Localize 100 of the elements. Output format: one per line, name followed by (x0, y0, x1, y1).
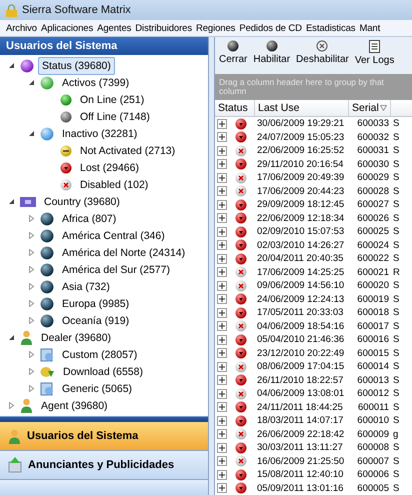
menu-item[interactable]: Agentes (95, 22, 134, 34)
tree-item[interactable]: Dealer (39680) (37, 328, 116, 346)
tree-item[interactable]: Agent (39680) (37, 396, 112, 414)
table-cell-text: 600026 (356, 212, 390, 224)
expanded-triangle-icon[interactable] (28, 130, 34, 137)
menu-item[interactable]: Regiones (194, 22, 238, 34)
collapsed-triangle-icon[interactable] (28, 232, 34, 239)
sphere-icon (40, 126, 54, 140)
tree-item[interactable]: Europa (9985) (58, 294, 134, 312)
expand-row-icon[interactable] (217, 280, 227, 291)
expand-row-icon[interactable] (217, 348, 227, 358)
expand-row-icon[interactable] (217, 226, 227, 237)
tree-item[interactable]: Disabled (102) (76, 176, 152, 194)
flag-icon (20, 196, 36, 206)
menu-item[interactable]: Distribuidores (133, 22, 194, 34)
expanded-triangle-icon[interactable] (8, 62, 14, 69)
tree-item[interactable]: Inactivo (32281) (58, 124, 142, 142)
expand-row-icon[interactable] (217, 294, 227, 304)
package-icon (40, 382, 54, 396)
expand-row-icon[interactable] (217, 186, 227, 196)
package-icon (40, 348, 54, 362)
expand-row-icon[interactable] (217, 362, 227, 372)
expand-row-icon[interactable] (217, 375, 227, 386)
document-icon (369, 40, 380, 53)
collapsed-triangle-icon[interactable] (28, 249, 34, 256)
expand-row-icon[interactable] (217, 200, 227, 210)
expand-row-icon[interactable] (217, 456, 227, 466)
expanded-triangle-icon[interactable] (28, 79, 34, 86)
toolbar-button[interactable]: Ver Logs (354, 40, 394, 66)
nav-button[interactable]: Usuarios del Sistema (0, 422, 208, 451)
expand-row-icon[interactable] (217, 213, 227, 224)
collapsed-triangle-icon[interactable] (28, 368, 34, 375)
globe-icon (40, 212, 54, 226)
tree-item[interactable]: Africa (807) (58, 210, 120, 228)
tree-item[interactable]: Country (39680) (40, 192, 124, 210)
tree-item[interactable]: Asia (732) (58, 278, 114, 296)
expand-row-icon[interactable] (217, 416, 227, 426)
expand-row-icon[interactable] (217, 267, 227, 278)
table-cell-text: 600013 (356, 374, 390, 386)
expanded-triangle-icon[interactable] (8, 198, 14, 205)
tree-item[interactable]: Download (6558) (59, 362, 147, 380)
table-cell-text: 17/06/2009 20:49:39 (256, 172, 346, 184)
collapsed-triangle-icon[interactable] (28, 215, 34, 222)
toolbar-button[interactable]: Cerrar (219, 40, 248, 65)
expand-row-icon[interactable] (217, 483, 227, 494)
nav-button[interactable]: Anunciantes y Publicidades (0, 451, 208, 480)
expand-row-icon[interactable] (217, 321, 227, 332)
expand-row-icon[interactable] (217, 308, 227, 318)
toolbar-button[interactable]: Deshabilitar (296, 40, 349, 65)
table-cell-text: S (392, 280, 400, 292)
toolbar-button[interactable]: Habilitar (253, 40, 290, 65)
expand-row-icon[interactable] (217, 402, 227, 412)
tree-item[interactable]: Not Activated (2713) (76, 142, 180, 160)
filter-icon[interactable] (380, 105, 387, 111)
expand-row-icon[interactable] (217, 470, 227, 480)
column-header[interactable]: Status (215, 100, 255, 116)
tree-item[interactable]: América del Norte (24314) (58, 244, 190, 262)
tree-item[interactable]: Status (39680) (38, 56, 115, 74)
expand-row-icon[interactable] (217, 240, 227, 250)
expanded-triangle-icon[interactable] (8, 334, 14, 341)
column-header[interactable]: Last Use (255, 100, 349, 116)
tree-item[interactable]: América Central (346) (58, 226, 169, 244)
table-cell-text: S (392, 172, 400, 184)
tree-item[interactable]: Lost (29466) (76, 158, 143, 176)
collapsed-triangle-icon[interactable] (8, 402, 14, 409)
table-cell-text: 24/07/2009 15:05:23 (256, 132, 346, 143)
menu-item[interactable]: Mant (357, 22, 382, 34)
x-circle-icon (235, 360, 247, 373)
tree-item[interactable]: América del Sur (2577) (58, 260, 174, 278)
expand-row-icon[interactable] (217, 442, 227, 453)
table-cell-text: 09/06/2009 14:56:10 (256, 280, 346, 292)
expand-row-icon[interactable] (217, 146, 227, 156)
splitter-handle[interactable] (0, 416, 208, 422)
menu-item[interactable]: Archivo (4, 22, 39, 34)
menu-item[interactable]: Pedidos de CD (237, 22, 304, 34)
collapsed-triangle-icon[interactable] (28, 317, 34, 324)
expand-row-icon[interactable] (217, 159, 227, 170)
tree-item[interactable]: Off Line (7148) (76, 108, 154, 126)
tree-item[interactable]: Activos (7399) (58, 74, 134, 92)
collapsed-triangle-icon[interactable] (28, 266, 34, 273)
column-header[interactable]: Serial (349, 100, 391, 116)
tree-item[interactable]: Generic (5065) (58, 380, 136, 398)
expand-row-icon[interactable] (217, 254, 227, 264)
expand-row-icon[interactable] (217, 429, 227, 440)
expand-row-icon[interactable] (217, 388, 227, 399)
expand-row-icon[interactable] (217, 118, 227, 129)
tree-item[interactable]: On Line (251) (76, 90, 148, 108)
menu-item[interactable]: Aplicaciones (38, 22, 96, 34)
x-circle-icon (235, 280, 247, 292)
menu-item[interactable]: Estadisticas (304, 22, 358, 34)
collapsed-triangle-icon[interactable] (28, 300, 34, 307)
tree-item[interactable]: Oceanía (919) (58, 312, 134, 330)
collapsed-triangle-icon[interactable] (28, 351, 34, 358)
collapsed-triangle-icon[interactable] (28, 385, 34, 392)
expand-row-icon[interactable] (217, 334, 227, 345)
table-cell-text: S (392, 442, 400, 454)
expand-row-icon[interactable] (217, 172, 227, 183)
expand-row-icon[interactable] (217, 132, 227, 142)
collapsed-triangle-icon[interactable] (28, 283, 34, 290)
tree-item[interactable]: Custom (28057) (58, 346, 142, 364)
